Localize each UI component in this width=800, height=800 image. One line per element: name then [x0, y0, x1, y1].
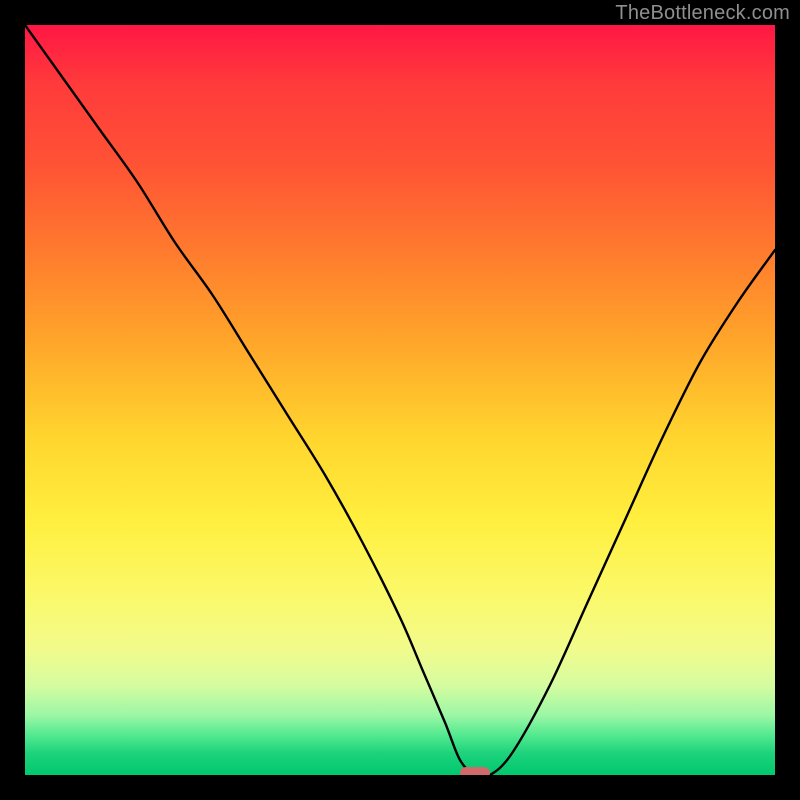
plot-area [25, 25, 775, 775]
bottleneck-marker [460, 767, 490, 775]
watermark-text: TheBottleneck.com [615, 2, 790, 25]
chart-frame: TheBottleneck.com [0, 0, 800, 800]
curve-svg [25, 25, 775, 775]
bottleneck-curve-path [25, 25, 775, 775]
